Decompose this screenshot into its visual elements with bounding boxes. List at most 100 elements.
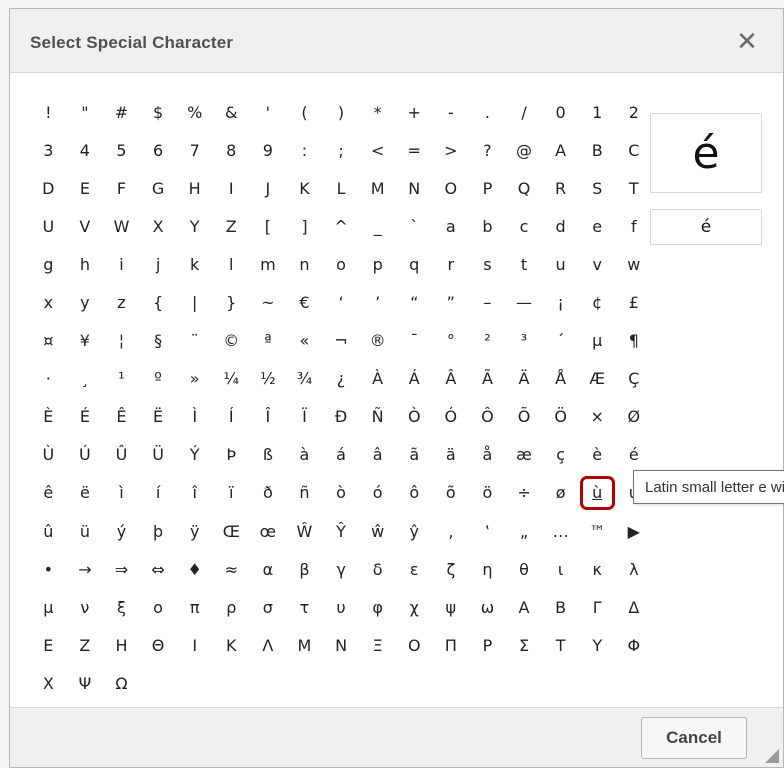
character-cell[interactable]: κ (579, 550, 616, 588)
character-cell[interactable]: £ (616, 283, 653, 321)
character-cell[interactable]: á (323, 436, 360, 474)
character-cell[interactable]: ~ (250, 283, 287, 321)
character-cell[interactable]: 7 (176, 131, 213, 169)
character-cell[interactable]: È (30, 398, 67, 436)
character-cell[interactable]: r (433, 245, 470, 283)
character-cell[interactable]: Π (433, 626, 470, 664)
character-cell[interactable]: S (579, 169, 616, 207)
character-cell[interactable]: ² (469, 322, 506, 360)
character-cell[interactable]: ‘ (323, 283, 360, 321)
character-cell[interactable]: ο (140, 588, 177, 626)
character-cell[interactable]: θ (506, 550, 543, 588)
character-cell[interactable]: ™ (579, 512, 616, 550)
character-cell[interactable]: d (542, 207, 579, 245)
character-cell[interactable]: ñ (286, 474, 323, 512)
character-cell[interactable]: b (469, 207, 506, 245)
character-cell[interactable]: ö (469, 474, 506, 512)
character-cell[interactable]: n (286, 245, 323, 283)
character-cell[interactable]: W (103, 207, 140, 245)
character-cell[interactable]: Ρ (469, 626, 506, 664)
character-cell[interactable]: Φ (616, 626, 653, 664)
character-cell[interactable]: Ã (469, 360, 506, 398)
character-cell[interactable]: " (67, 93, 104, 131)
character-cell[interactable]: Ó (433, 398, 470, 436)
character-cell[interactable]: m (250, 245, 287, 283)
character-cell[interactable]: ζ (433, 550, 470, 588)
character-cell[interactable]: N (396, 169, 433, 207)
character-cell[interactable]: π (176, 588, 213, 626)
character-cell[interactable]: x (30, 283, 67, 321)
character-cell[interactable]: Å (542, 360, 579, 398)
character-cell[interactable]: B (579, 131, 616, 169)
character-cell[interactable]: ë (67, 474, 104, 512)
character-cell[interactable]: ß (250, 436, 287, 474)
character-cell[interactable]: T (616, 169, 653, 207)
character-cell[interactable]: Ο (396, 626, 433, 664)
character-cell[interactable]: Υ (579, 626, 616, 664)
cancel-button[interactable]: Cancel (641, 717, 747, 759)
character-cell[interactable]: H (176, 169, 213, 207)
character-cell[interactable]: Q (506, 169, 543, 207)
character-cell[interactable]: ) (323, 93, 360, 131)
character-cell[interactable]: ι (542, 550, 579, 588)
character-cell[interactable]: ø (542, 474, 579, 512)
character-cell[interactable]: 2 (616, 93, 653, 131)
character-cell[interactable]: 6 (140, 131, 177, 169)
character-cell[interactable]: τ (286, 588, 323, 626)
resize-grip-icon[interactable] (765, 749, 779, 763)
character-cell[interactable]: ε (396, 550, 433, 588)
character-cell[interactable]: ♦ (176, 550, 213, 588)
character-cell[interactable]: u (542, 245, 579, 283)
character-cell[interactable]: E (67, 169, 104, 207)
character-cell[interactable]: í (140, 474, 177, 512)
character-cell[interactable]: å (469, 436, 506, 474)
character-cell[interactable]: Ý (176, 436, 213, 474)
character-cell[interactable]: 5 (103, 131, 140, 169)
character-cell[interactable]: Í (213, 398, 250, 436)
character-cell[interactable]: ⇔ (140, 550, 177, 588)
character-cell[interactable]: è (579, 436, 616, 474)
character-cell[interactable]: Ε (30, 626, 67, 664)
character-cell[interactable]: … (542, 512, 579, 550)
character-cell[interactable]: Æ (579, 360, 616, 398)
character-cell[interactable]: Β (542, 588, 579, 626)
character-cell[interactable]: l (213, 245, 250, 283)
character-cell[interactable]: ¤ (30, 322, 67, 360)
character-cell[interactable]: · (30, 360, 67, 398)
character-cell[interactable]: ¦ (103, 322, 140, 360)
character-cell[interactable]: ó (359, 474, 396, 512)
character-cell[interactable]: î (176, 474, 213, 512)
character-cell[interactable]: • (30, 550, 67, 588)
character-cell[interactable]: < (359, 131, 396, 169)
character-cell[interactable]: þ (140, 512, 177, 550)
character-cell[interactable]: Ë (140, 398, 177, 436)
character-cell[interactable]: ¾ (286, 360, 323, 398)
character-cell[interactable]: À (359, 360, 396, 398)
character-cell[interactable]: ® (359, 322, 396, 360)
character-cell[interactable]: Ü (140, 436, 177, 474)
character-cell[interactable]: „ (506, 512, 543, 550)
character-cell[interactable]: C (616, 131, 653, 169)
character-cell[interactable]: ¶ (616, 322, 653, 360)
character-cell[interactable]: + (396, 93, 433, 131)
character-cell[interactable]: p (359, 245, 396, 283)
character-cell[interactable]: e (579, 207, 616, 245)
character-cell[interactable]: Τ (542, 626, 579, 664)
character-cell[interactable]: ¸ (67, 360, 104, 398)
character-cell[interactable]: k (176, 245, 213, 283)
character-cell[interactable]: ¥ (67, 322, 104, 360)
character-cell[interactable]: ψ (433, 588, 470, 626)
character-cell[interactable]: Ç (616, 360, 653, 398)
character-cell[interactable]: « (286, 322, 323, 360)
character-cell[interactable]: — (506, 283, 543, 321)
character-cell[interactable]: ¡ (542, 283, 579, 321)
character-cell[interactable]: Μ (286, 626, 323, 664)
character-cell[interactable]: à (286, 436, 323, 474)
character-cell[interactable]: a (433, 207, 470, 245)
character-cell[interactable]: 9 (250, 131, 287, 169)
character-cell[interactable]: ½ (250, 360, 287, 398)
character-cell[interactable]: ê (30, 474, 67, 512)
character-cell[interactable]: “ (396, 283, 433, 321)
character-cell[interactable]: μ (30, 588, 67, 626)
character-cell[interactable]: Λ (250, 626, 287, 664)
